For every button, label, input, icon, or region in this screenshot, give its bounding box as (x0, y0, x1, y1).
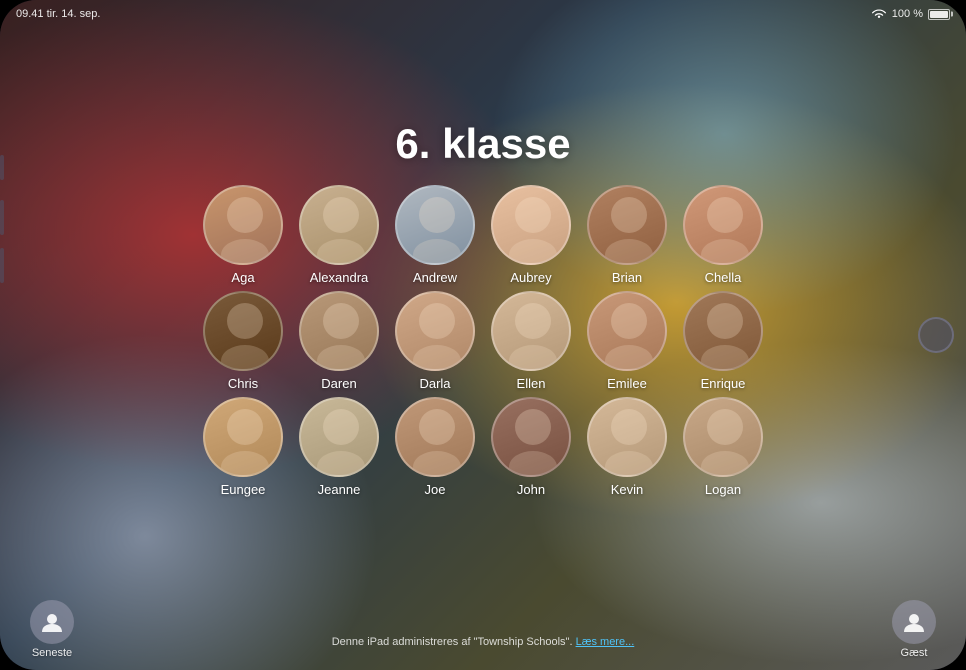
student-name-daren: Daren (321, 376, 356, 391)
wifi-icon (871, 8, 887, 20)
student-name-andrew: Andrew (413, 270, 457, 285)
student-item-joe[interactable]: Joe (395, 397, 475, 497)
status-time: 09.41 tir. 14. sep. (16, 8, 100, 20)
student-item-ellen[interactable]: Ellen (491, 291, 571, 391)
student-name-ellen: Ellen (517, 376, 546, 391)
student-item-aubrey[interactable]: Aubrey (491, 185, 571, 285)
avatar-kevin (587, 397, 667, 477)
student-item-jeanne[interactable]: Jeanne (299, 397, 379, 497)
student-item-chella[interactable]: Chella (683, 185, 763, 285)
student-name-logan: Logan (705, 482, 741, 497)
student-name-chris: Chris (228, 376, 258, 391)
student-row-2: Chris Daren Darla Ellen Emilee Enrique (203, 291, 763, 391)
student-name-jeanne: Jeanne (318, 482, 361, 497)
student-row-1: Aga Alexandra Andrew Aubrey Brian Chella (203, 185, 763, 285)
avatar-daren (299, 291, 379, 371)
student-name-enrique: Enrique (701, 376, 746, 391)
student-name-emilee: Emilee (607, 376, 647, 391)
recent-icon (30, 600, 74, 644)
avatar-logan (683, 397, 763, 477)
battery-fill (930, 11, 948, 18)
home-button[interactable] (918, 317, 954, 353)
avatar-chris (203, 291, 283, 371)
student-item-john[interactable]: John (491, 397, 571, 497)
student-name-john: John (517, 482, 545, 497)
student-item-brian[interactable]: Brian (587, 185, 667, 285)
avatar-aubrey (491, 185, 571, 265)
student-item-darla[interactable]: Darla (395, 291, 475, 391)
student-name-chella: Chella (705, 270, 742, 285)
student-item-aga[interactable]: Aga (203, 185, 283, 285)
avatar-andrew (395, 185, 475, 265)
avatar-joe (395, 397, 475, 477)
student-item-logan[interactable]: Logan (683, 397, 763, 497)
student-name-brian: Brian (612, 270, 642, 285)
student-item-daren[interactable]: Daren (299, 291, 379, 391)
status-bar: 09.41 tir. 14. sep. 100 % (0, 0, 966, 28)
footer-text: Denne iPad administreres af "Township Sc… (332, 636, 573, 648)
footer-link[interactable]: Læs mere... (576, 636, 635, 648)
student-name-darla: Darla (419, 376, 450, 391)
avatar-darla (395, 291, 475, 371)
avatar-alexandra (299, 185, 379, 265)
battery-percentage: 100 % (892, 8, 923, 20)
student-row-3: Eungee Jeanne Joe John Kevin Logan (203, 397, 763, 497)
student-name-joe: Joe (425, 482, 446, 497)
avatar-enrique (683, 291, 763, 371)
student-name-eungee: Eungee (221, 482, 266, 497)
student-name-aubrey: Aubrey (510, 270, 551, 285)
student-item-kevin[interactable]: Kevin (587, 397, 667, 497)
footer-info: Denne iPad administreres af "Township Sc… (332, 636, 635, 648)
student-item-alexandra[interactable]: Alexandra (299, 185, 379, 285)
guest-button[interactable]: Gæst (892, 600, 936, 659)
student-item-emilee[interactable]: Emilee (587, 291, 667, 391)
student-item-enrique[interactable]: Enrique (683, 291, 763, 391)
avatar-ellen (491, 291, 571, 371)
student-name-alexandra: Alexandra (310, 270, 369, 285)
bottom-bar: Seneste Gæst (0, 590, 966, 670)
guest-icon (892, 600, 936, 644)
recent-button[interactable]: Seneste (30, 600, 74, 659)
avatar-emilee (587, 291, 667, 371)
page-title: 6. klasse (0, 120, 966, 168)
recent-label: Seneste (32, 647, 72, 659)
student-grid: Aga Alexandra Andrew Aubrey Brian Chella Chris… (0, 185, 966, 497)
guest-label: Gæst (901, 647, 928, 659)
ipad-frame: 09.41 tir. 14. sep. 100 % 6. klasse AgaA… (0, 0, 966, 670)
student-item-andrew[interactable]: Andrew (395, 185, 475, 285)
avatar-eungee (203, 397, 283, 477)
avatar-chella (683, 185, 763, 265)
status-right: 100 % (871, 8, 950, 20)
student-item-chris[interactable]: Chris (203, 291, 283, 391)
avatar-aga (203, 185, 283, 265)
student-name-aga: Aga (231, 270, 254, 285)
student-item-eungee[interactable]: Eungee (203, 397, 283, 497)
avatar-brian (587, 185, 667, 265)
student-name-kevin: Kevin (611, 482, 644, 497)
avatar-john (491, 397, 571, 477)
battery-icon (928, 9, 950, 20)
avatar-jeanne (299, 397, 379, 477)
